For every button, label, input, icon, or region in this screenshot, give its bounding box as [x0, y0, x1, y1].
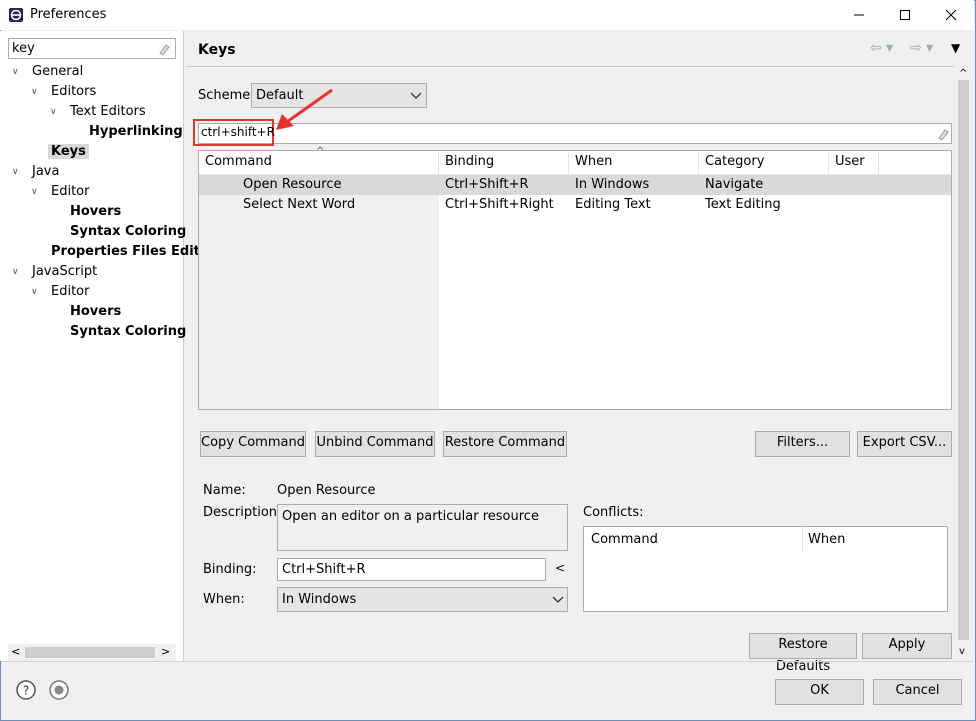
tree-item[interactable]: Editor — [51, 184, 89, 199]
back-nav-icon[interactable]: ⇦ ▾ — [870, 40, 893, 56]
cancel-button[interactable]: Cancel — [873, 679, 962, 705]
table-cell-binding: Ctrl+Shift+Right — [445, 197, 554, 212]
tree-item[interactable]: Editors — [51, 84, 96, 99]
minimize-icon — [854, 14, 864, 16]
unbind-command-button[interactable]: Unbind Command — [315, 431, 435, 457]
tree-item[interactable]: Properties Files Edit — [51, 244, 200, 259]
tree-item[interactable]: Java — [32, 164, 59, 179]
table-cell-command: Select Next Word — [243, 197, 356, 212]
tree-item[interactable]: Syntax Coloring — [70, 224, 186, 239]
sidebar-filter-value: key — [12, 41, 35, 56]
table-cell-binding: Ctrl+Shift+R — [445, 177, 529, 192]
sidebar-scroll-thumb[interactable] — [25, 647, 155, 658]
when-label: When: — [203, 592, 245, 607]
keys-filter-value: ctrl+shift+R — [201, 125, 275, 139]
restore-defaults-button[interactable]: Restore Defaults — [749, 633, 857, 674]
maximize-icon — [900, 10, 910, 20]
tree-expand-icon[interactable]: ∨ — [12, 67, 19, 77]
annotation-arrow-icon — [276, 88, 333, 130]
tree-item[interactable]: General — [32, 64, 83, 79]
sidebar-scrollbar[interactable]: < > — [8, 644, 176, 661]
column-header[interactable]: When — [569, 152, 699, 174]
table-cell-when: Editing Text — [575, 197, 651, 212]
column-header[interactable]: User — [829, 152, 879, 174]
table-cell-when: In Windows — [575, 177, 650, 192]
forward-nav-icon[interactable]: ⇨ ▾ — [910, 40, 933, 56]
column-divider — [802, 527, 803, 553]
svg-text:?: ? — [23, 684, 29, 698]
binding-label: Binding: — [203, 562, 257, 577]
filters-button[interactable]: Filters... — [755, 431, 850, 457]
when-select[interactable]: In Windows — [277, 587, 568, 612]
tree-expand-icon[interactable]: ∨ — [31, 87, 38, 97]
binding-value: Ctrl+Shift+R — [282, 562, 366, 577]
tree-item[interactable]: Editor — [51, 284, 89, 299]
tree-expand-icon[interactable]: ∨ — [12, 267, 19, 277]
binding-input[interactable]: Ctrl+Shift+R — [277, 558, 546, 581]
scheme-label: Scheme: — [198, 88, 255, 103]
tree-item[interactable]: Hyperlinking — [89, 124, 183, 139]
footer-divider — [1, 661, 973, 662]
restore-command-button[interactable]: Restore Command — [443, 431, 567, 457]
close-button[interactable] — [928, 0, 974, 30]
clear-filter-icon[interactable] — [157, 42, 171, 56]
chevron-down-icon — [410, 92, 422, 99]
scroll-up-icon[interactable]: ^ — [959, 68, 967, 79]
tree-expand-icon[interactable]: ∨ — [50, 107, 57, 117]
conflicts-label: Conflicts: — [583, 505, 644, 520]
clear-filter-icon[interactable] — [936, 127, 950, 141]
help-icon[interactable]: ? — [16, 680, 36, 700]
description-field: Open an editor on a particular resource — [277, 504, 568, 551]
conflicts-command-header: Command — [591, 532, 658, 547]
window-title: Preferences — [30, 7, 107, 22]
column-header[interactable]: Command — [199, 152, 439, 174]
chevron-down-icon — [552, 596, 564, 603]
page-scroll-thumb[interactable] — [958, 80, 969, 640]
tree-item[interactable]: Hovers — [70, 204, 121, 219]
tree-expand-icon[interactable]: ∨ — [31, 187, 38, 197]
tree-expand-icon[interactable]: ∨ — [12, 167, 19, 177]
table-cell-category: Navigate — [705, 177, 764, 192]
import-export-icon[interactable] — [49, 680, 69, 700]
apply-button[interactable]: Apply — [862, 633, 952, 659]
scroll-down-icon[interactable]: v — [959, 646, 965, 657]
name-value: Open Resource — [277, 483, 376, 498]
binding-menu-icon[interactable]: < — [555, 561, 565, 575]
tree-item[interactable]: Text Editors — [70, 104, 146, 119]
column-header[interactable]: Category — [699, 152, 829, 174]
eclipse-app-icon — [9, 8, 23, 22]
tree-item[interactable]: Syntax Coloring — [70, 324, 186, 339]
maximize-button[interactable] — [882, 0, 928, 30]
scroll-right-icon[interactable]: > — [161, 645, 170, 658]
tree-item[interactable]: Keys — [48, 144, 89, 159]
copy-command-button[interactable]: Copy Command — [200, 431, 306, 457]
tree-item[interactable]: JavaScript — [32, 264, 97, 279]
scroll-left-icon[interactable]: < — [11, 645, 20, 658]
description-label: Description: — [203, 505, 282, 520]
title-bar: Preferences — [0, 0, 974, 30]
name-label: Name: — [203, 483, 246, 498]
description-value: Open an editor on a particular resource — [282, 509, 539, 524]
export-csv-button[interactable]: Export CSV... — [857, 431, 952, 457]
when-value: In Windows — [282, 592, 357, 607]
page-scrollbar[interactable]: ^ v — [955, 66, 972, 661]
tree-item[interactable]: Hovers — [70, 304, 121, 319]
close-icon — [945, 9, 957, 21]
sidebar-filter-input[interactable]: key — [8, 38, 176, 59]
table-cell-command: Open Resource — [243, 177, 342, 192]
minimize-button[interactable] — [836, 0, 882, 30]
ok-button[interactable]: OK — [775, 679, 864, 705]
header-divider — [186, 66, 954, 67]
preference-tree: ∨ General ∨ Editors ∨ Text Editors Hyperlinkin… — [0, 63, 200, 343]
column-header[interactable]: Binding — [439, 152, 569, 174]
conflicts-when-header: When — [808, 532, 846, 547]
conflicts-table: Command When — [583, 526, 948, 612]
tree-expand-icon[interactable]: ∨ — [31, 287, 38, 297]
table-cell-category: Text Editing — [705, 197, 781, 212]
page-title: Keys — [198, 42, 236, 58]
view-menu-icon[interactable]: ▼ — [951, 41, 960, 55]
